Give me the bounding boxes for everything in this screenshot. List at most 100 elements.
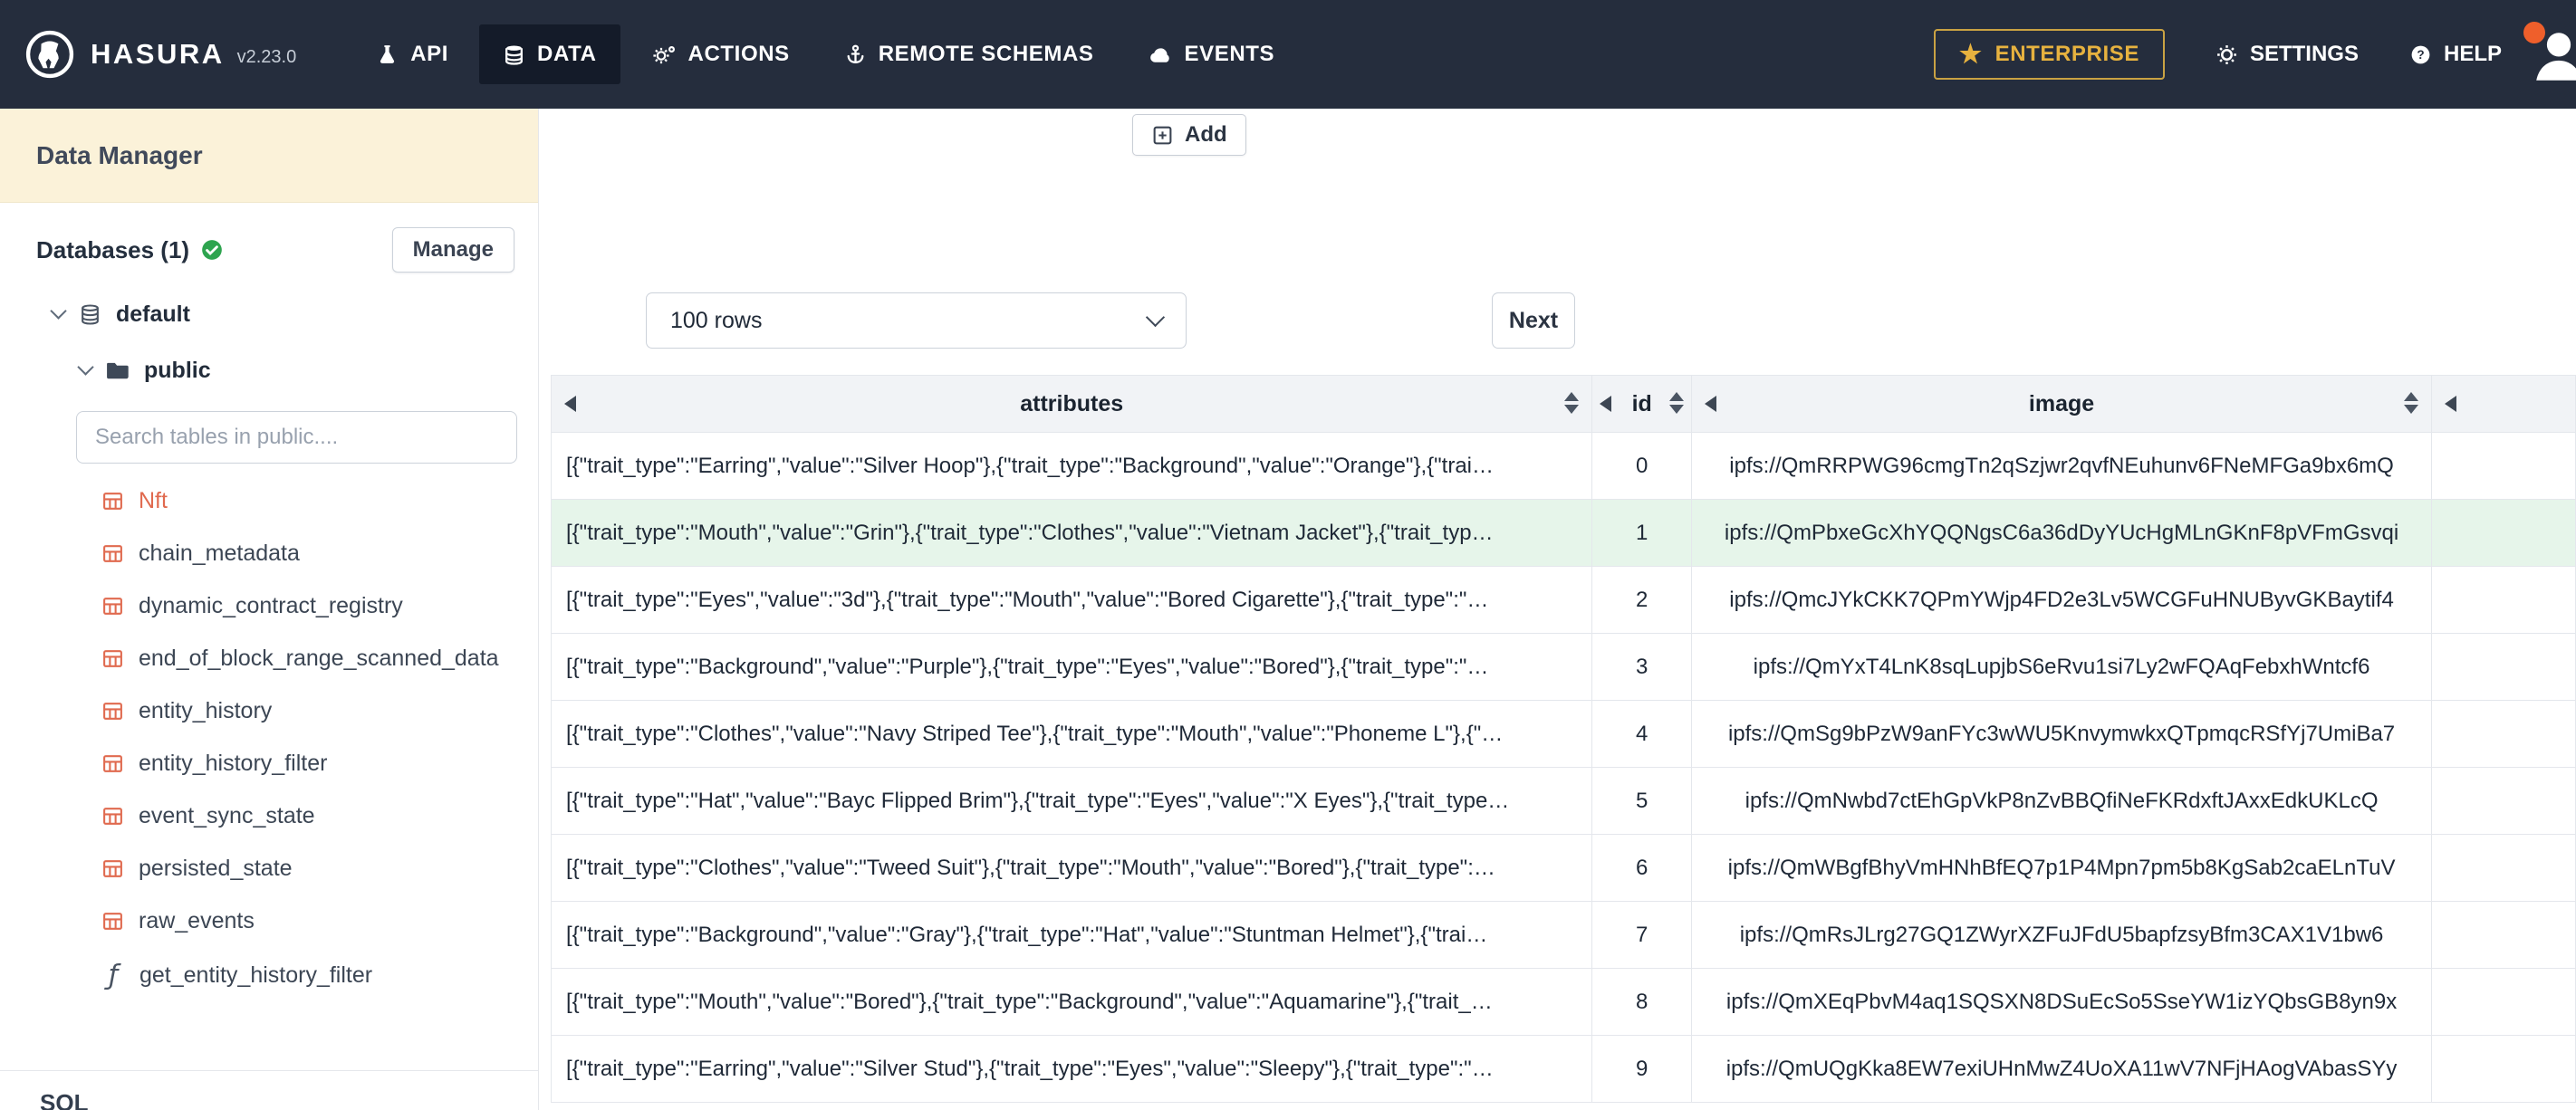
column-header-image[interactable]: image — [1691, 375, 2433, 433]
column-label: attributes — [1020, 390, 1124, 416]
add-row-button[interactable]: Add — [1132, 114, 1246, 156]
column-header-attributes[interactable]: attributes — [550, 375, 1593, 433]
sidebar-footer: SQL — [0, 1070, 538, 1110]
settings-button[interactable]: SETTINGS — [2216, 42, 2359, 67]
cell-attributes[interactable]: [{"trait_type":"Eyes","value":"3d"},{"tr… — [550, 566, 1593, 634]
cell-attributes[interactable]: [{"trait_type":"Background","value":"Gra… — [550, 901, 1593, 969]
sort-icon[interactable] — [2404, 392, 2419, 414]
cell-image[interactable]: ipfs://QmNwbd7ctEhGpVkP8nZvBBQfiNeFKRdxf… — [1691, 767, 2433, 835]
collapse-column-icon[interactable] — [1705, 396, 1717, 412]
sidebar-table-item[interactable]: event_sync_state — [0, 789, 538, 842]
nav-item-actions[interactable]: ACTIONS — [628, 24, 813, 84]
table-row[interactable]: [{"trait_type":"Earring","value":"Silver… — [550, 1035, 2576, 1103]
cell-id[interactable]: 7 — [1591, 901, 1693, 969]
plus-square-icon — [1151, 124, 1174, 147]
chevron-down-icon[interactable] — [77, 359, 94, 376]
sidebar-table-item[interactable]: entity_history_filter — [0, 737, 538, 789]
brand-block[interactable]: HASURA v2.23.0 — [0, 28, 296, 81]
column-header-clipped[interactable] — [2431, 375, 2576, 433]
cell-id[interactable]: 3 — [1591, 633, 1693, 701]
column-header-id[interactable]: id — [1591, 375, 1693, 433]
cell-image[interactable]: ipfs://QmRRPWG96cmgTn2qSzjwr2qvfNEuhunv6… — [1691, 432, 2433, 500]
cell-clipped — [2431, 700, 2576, 768]
table-row[interactable]: [{"trait_type":"Clothes","value":"Navy S… — [550, 700, 2576, 768]
collapse-column-icon[interactable] — [2445, 396, 2457, 412]
sidebar-table-item[interactable]: Nft — [0, 474, 538, 527]
table-grid-icon — [101, 805, 124, 828]
cell-attributes[interactable]: [{"trait_type":"Clothes","value":"Tweed … — [550, 834, 1593, 902]
table-row[interactable]: [{"trait_type":"Mouth","value":"Bored"},… — [550, 968, 2576, 1036]
table-name: end_of_block_range_scanned_data — [139, 645, 499, 671]
sidebar-table-item[interactable]: dynamic_contract_registry — [0, 579, 538, 632]
rows-per-page-select[interactable]: 100 rows — [646, 292, 1187, 349]
star-icon: ★ — [1958, 40, 1983, 68]
table-grid-icon — [101, 647, 124, 670]
nav-item-events[interactable]: EVENTS — [1125, 24, 1299, 84]
collapse-column-icon[interactable] — [564, 396, 576, 412]
cell-id[interactable]: 6 — [1591, 834, 1693, 902]
table-grid-icon — [101, 595, 124, 617]
table-row[interactable]: [{"trait_type":"Background","value":"Pur… — [550, 633, 2576, 701]
sidebar-table-item[interactable]: entity_history — [0, 684, 538, 737]
cell-attributes[interactable]: [{"trait_type":"Hat","value":"Bayc Flipp… — [550, 767, 1593, 835]
nav-item-data[interactable]: DATA — [479, 24, 620, 84]
cell-id[interactable]: 2 — [1591, 566, 1693, 634]
cell-attributes[interactable]: [{"trait_type":"Mouth","value":"Bored"},… — [550, 968, 1593, 1036]
sort-icon[interactable] — [1669, 392, 1685, 414]
cell-id[interactable]: 1 — [1591, 499, 1693, 567]
database-icon — [503, 43, 525, 66]
sort-icon[interactable] — [1564, 392, 1580, 414]
data-manager-header: Data Manager — [0, 109, 538, 203]
sidebar-table-item[interactable]: raw_events — [0, 895, 538, 947]
manage-button[interactable]: Manage — [391, 227, 514, 273]
table-grid-icon — [101, 910, 124, 933]
cell-id[interactable]: 4 — [1591, 700, 1693, 768]
cell-clipped — [2431, 566, 2576, 634]
table-row[interactable]: [{"trait_type":"Clothes","value":"Tweed … — [550, 834, 2576, 902]
cell-attributes[interactable]: [{"trait_type":"Background","value":"Pur… — [550, 633, 1593, 701]
cell-image[interactable]: ipfs://QmXEqPbvM4aq1SQSXN8DSuEcSo5SseYW1… — [1691, 968, 2433, 1036]
cell-attributes[interactable]: [{"trait_type":"Earring","value":"Silver… — [550, 1035, 1593, 1103]
cell-id[interactable]: 8 — [1591, 968, 1693, 1036]
cell-id[interactable]: 5 — [1591, 767, 1693, 835]
sidebar-table-item[interactable]: end_of_block_range_scanned_data — [0, 632, 538, 684]
cell-image[interactable]: ipfs://QmPbxeGcXhYQQNgsC6a36dDyYUcHgMLnG… — [1691, 499, 2433, 567]
cell-attributes[interactable]: [{"trait_type":"Clothes","value":"Navy S… — [550, 700, 1593, 768]
help-label: HELP — [2443, 42, 2502, 66]
next-page-button[interactable]: Next — [1492, 292, 1575, 349]
help-button[interactable]: ? HELP — [2409, 42, 2502, 67]
table-row[interactable]: [{"trait_type":"Eyes","value":"3d"},{"tr… — [550, 566, 2576, 634]
table-grid-icon — [101, 700, 124, 722]
cell-clipped — [2431, 901, 2576, 969]
nav-item-api[interactable]: API — [352, 24, 472, 84]
search-tables-input[interactable] — [76, 411, 517, 464]
chevron-down-icon[interactable] — [50, 302, 67, 320]
cell-image[interactable]: ipfs://QmWBgfBhyVmHNhBfEQ7p1P4Mpn7pm5b8K… — [1691, 834, 2433, 902]
sidebar-function-item[interactable]: ƒ get_entity_history_filter — [0, 949, 538, 1001]
collapse-column-icon[interactable] — [1600, 396, 1612, 412]
sidebar-table-item[interactable]: chain_metadata — [0, 527, 538, 579]
cell-image[interactable]: ipfs://QmYxT4LnK8sqLupjbS6eRvu1si7Ly2wFQ… — [1691, 633, 2433, 701]
cell-image[interactable]: ipfs://QmUQgKka8EW7exiUHnMwZ4UoXA11wV7NF… — [1691, 1035, 2433, 1103]
cell-image[interactable]: ipfs://QmRsJLrg27GQ1ZWyrXZFuJFdU5bapfzsy… — [1691, 901, 2433, 969]
table-name: Nft — [139, 487, 168, 513]
sidebar-table-item[interactable]: persisted_state — [0, 842, 538, 895]
table-name: chain_metadata — [139, 540, 300, 566]
flask-icon — [376, 43, 399, 66]
table-row[interactable]: [{"trait_type":"Hat","value":"Bayc Flipp… — [550, 767, 2576, 835]
table-row[interactable]: [{"trait_type":"Earring","value":"Silver… — [550, 432, 2576, 500]
cell-attributes[interactable]: [{"trait_type":"Earring","value":"Silver… — [550, 432, 1593, 500]
cell-id[interactable]: 0 — [1591, 432, 1693, 500]
table-row[interactable]: [{"trait_type":"Background","value":"Gra… — [550, 901, 2576, 969]
cell-image[interactable]: ipfs://QmSg9bPzW9anFYc3wWU5KnvymwkxQTpmq… — [1691, 700, 2433, 768]
nav-item-remote-schemas[interactable]: REMOTE SCHEMAS — [821, 24, 1118, 84]
cell-attributes[interactable]: [{"trait_type":"Mouth","value":"Grin"},{… — [550, 499, 1593, 567]
user-avatar[interactable] — [2523, 22, 2576, 87]
cell-id[interactable]: 9 — [1591, 1035, 1693, 1103]
table-row[interactable]: [{"trait_type":"Mouth","value":"Grin"},{… — [550, 499, 2576, 567]
enterprise-button[interactable]: ★ ENTERPRISE — [1933, 29, 2165, 80]
tree-node-database[interactable]: default — [0, 286, 538, 342]
cell-image[interactable]: ipfs://QmcJYkCKK7QPmYWjp4FD2e3Lv5WCGFuHN… — [1691, 566, 2433, 634]
sql-section-label[interactable]: SQL — [40, 1089, 538, 1110]
tree-node-schema[interactable]: public — [0, 342, 538, 398]
